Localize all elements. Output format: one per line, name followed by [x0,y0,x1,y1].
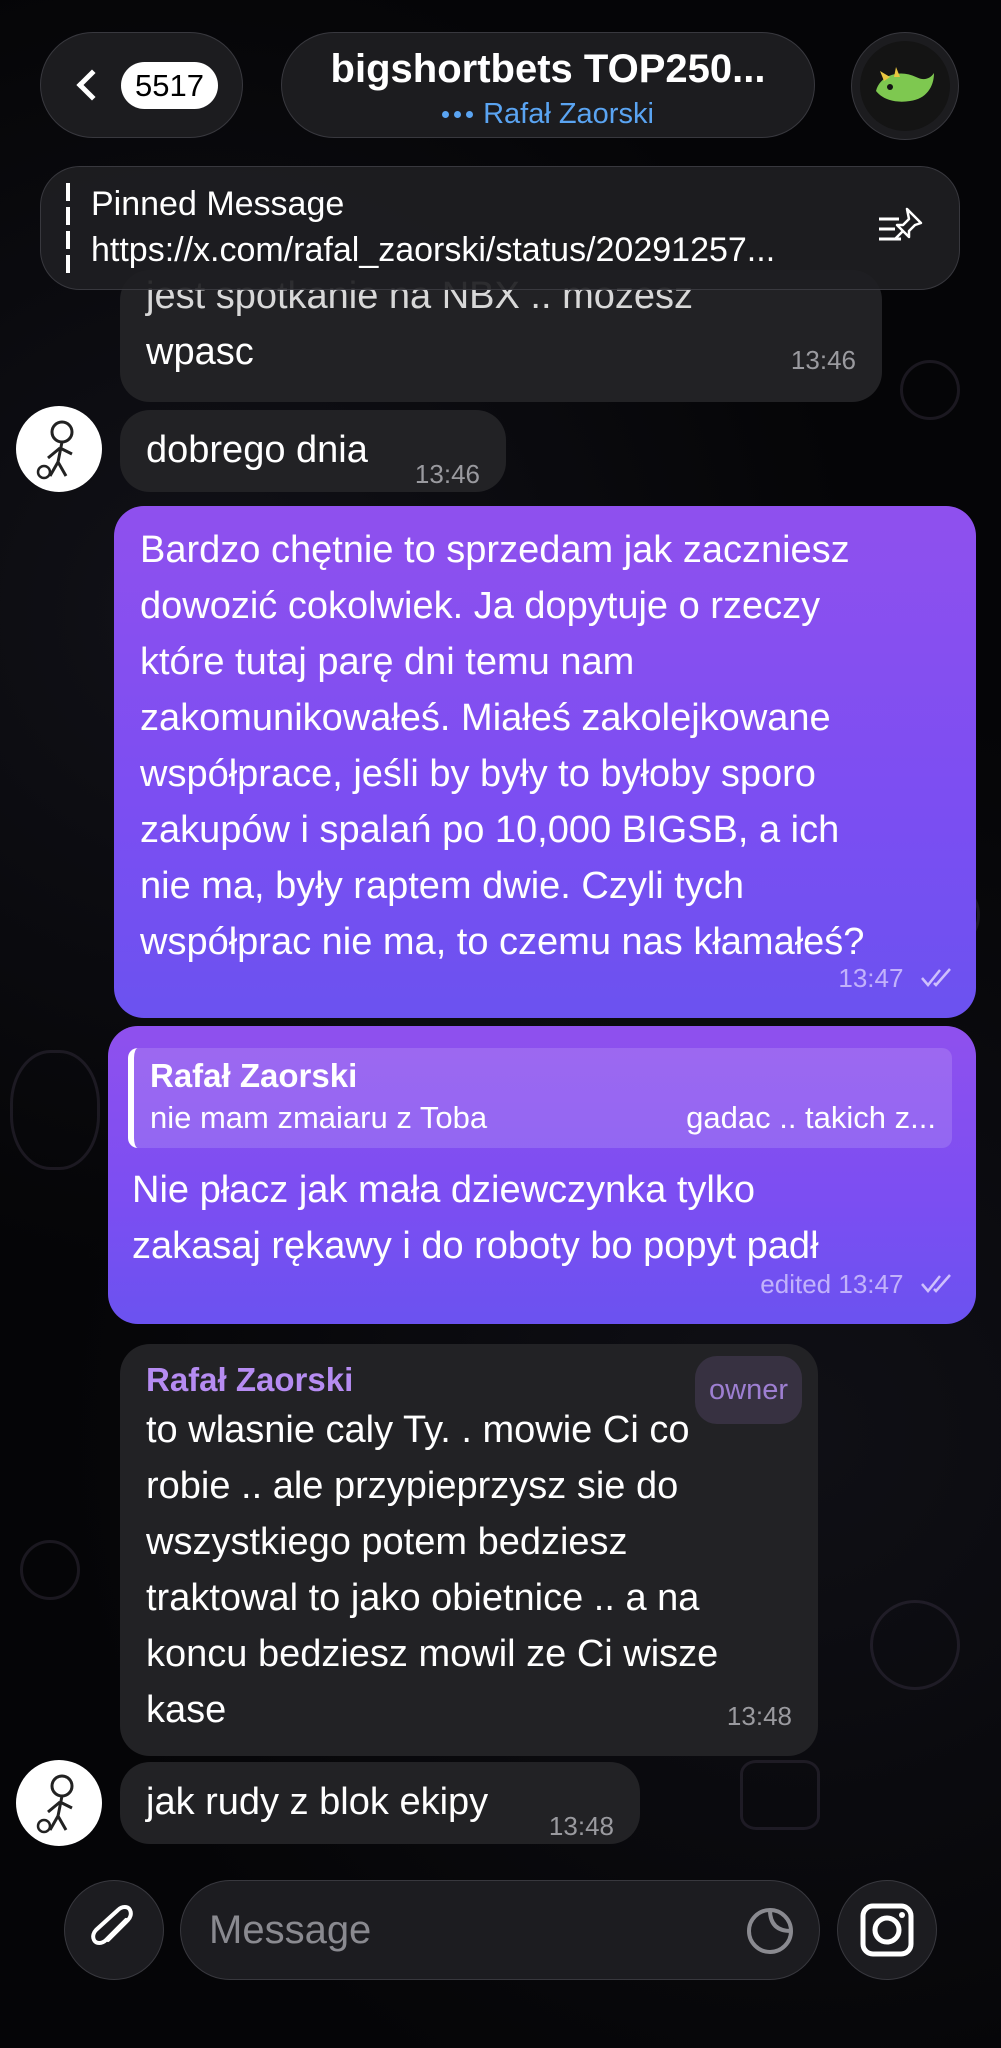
typing-user: Rafał Zaorski [483,98,654,130]
message-time: 13:46 [414,459,480,489]
message-text: Bardzo chętnie to sprzedam jak zaczniesz… [140,529,865,963]
read-checks-icon [921,968,951,987]
message-time: 13:48 [726,1701,792,1731]
camera-icon [860,1903,914,1957]
reply-text-right: gadac .. takich z... [686,1100,936,1135]
message-time: 13:48 [548,1811,614,1841]
message-time: 13:47 [838,963,904,993]
background-doodle [20,1540,80,1600]
sender-name[interactable]: Rafał Zaorski [146,1352,353,1408]
group-avatar[interactable] [851,32,959,140]
background-doodle [740,1760,820,1830]
user-avatar-icon [36,420,74,480]
camera-button[interactable] [837,1880,937,1980]
message-text: wpasc [146,331,254,373]
message-bubble-incoming[interactable]: Rafał Zaorski owner to wlasnie caly Ty. … [120,1344,818,1756]
message-text: to wlasnie caly Ty. . mowie Ci co robie … [146,1409,719,1731]
message-text: jak rudy z blok ekipy [146,1781,489,1823]
message-text: dobrego dnia [146,429,368,471]
attach-icon [91,1905,133,1945]
pinned-indicator [66,183,70,275]
reply-text: nie mam zmaiaru z Toba gadac .. takich z… [150,1098,936,1138]
user-avatar-icon [36,1774,74,1834]
message-bubble-outgoing-reply[interactable]: Rafał Zaorski nie mam zmaiaru z Toba gad… [108,1026,976,1324]
message-meta: 13:47 [838,947,956,1006]
reply-quote[interactable]: Rafał Zaorski nie mam zmaiaru z Toba gad… [128,1048,952,1148]
message-meta: edited 13:47 [760,1253,956,1312]
reply-sender-name: Rafał Zaorski [150,1057,358,1094]
message-time: edited 13:47 [760,1269,904,1299]
back-button[interactable]: 5517 [40,32,243,138]
message-text: Nie płacz jak mała dziewczynka tylko zak… [132,1169,819,1267]
read-checks-icon [921,1274,951,1293]
pinned-title: Pinned Message [91,185,345,223]
pin-list-icon[interactable] [877,205,925,249]
message-bubble-incoming[interactable]: dobrego dnia 13:46 [120,410,506,492]
composer-bar [0,1860,1001,2048]
chevron-left-icon [76,69,108,101]
pinned-text: https://x.com/rafal_zaorski/status/20291… [91,231,776,269]
user-avatar[interactable] [16,406,102,492]
typing-dots-icon [442,111,474,118]
message-input[interactable] [180,1880,820,1980]
typing-status: Rafał Zaorski [282,98,814,131]
background-doodle [10,1050,100,1170]
chat-title-button[interactable]: bigshortbets TOP250... Rafał Zaorski [281,32,815,138]
unread-count-badge: 5517 [121,61,218,109]
group-avatar-icon [860,41,950,131]
message-bubble-incoming[interactable]: jak rudy z blok ekipy 13:48 [120,1762,640,1844]
background-doodle [900,360,960,420]
background-doodle [870,1600,960,1690]
message-bubble-outgoing[interactable]: Bardzo chętnie to sprzedam jak zaczniesz… [114,506,976,1018]
attach-button[interactable] [64,1880,164,1980]
chat-title: bigshortbets TOP250... [330,47,766,91]
user-avatar[interactable] [16,1760,102,1846]
pinned-message-bar[interactable]: Pinned Message https://x.com/rafal_zaors… [40,166,960,290]
message-time: 13:46 [790,345,856,375]
sticker-icon[interactable] [745,1906,795,1956]
reply-text-left: nie mam zmaiaru z Toba [150,1100,488,1135]
